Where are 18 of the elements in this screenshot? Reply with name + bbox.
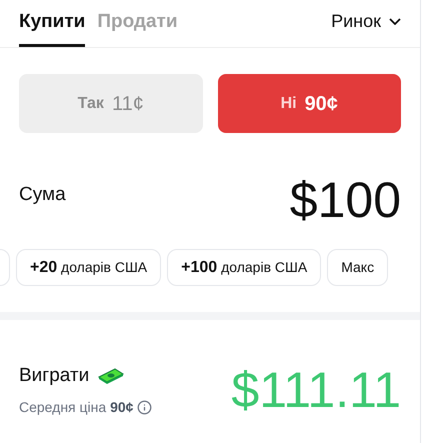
cash-icon	[97, 367, 126, 386]
order-type-dropdown[interactable]: Ринок	[331, 8, 401, 47]
preset-button[interactable]: Макс	[327, 249, 388, 286]
preset-button[interactable]: +20 доларів США	[16, 249, 162, 286]
amount-value: $100	[290, 175, 401, 225]
payout-value: $111.11	[231, 364, 401, 415]
average-price-text: Середня ціна 90¢	[19, 398, 134, 417]
outcome-label: Так	[78, 94, 104, 114]
payout-label: Виграти	[19, 364, 90, 388]
outcome-button[interactable]: Ні 90¢	[218, 74, 401, 133]
outcome-price: 90¢	[304, 92, 338, 116]
preset-button[interactable]: +100 доларів США	[167, 249, 322, 286]
amount-label: Сума	[19, 183, 66, 207]
outcome-label: Ні	[280, 94, 297, 114]
chevron-down-icon	[389, 18, 401, 25]
tab[interactable]: Купити	[19, 8, 86, 47]
outcome-price: 11¢	[112, 92, 144, 116]
info-icon[interactable]	[137, 400, 152, 414]
